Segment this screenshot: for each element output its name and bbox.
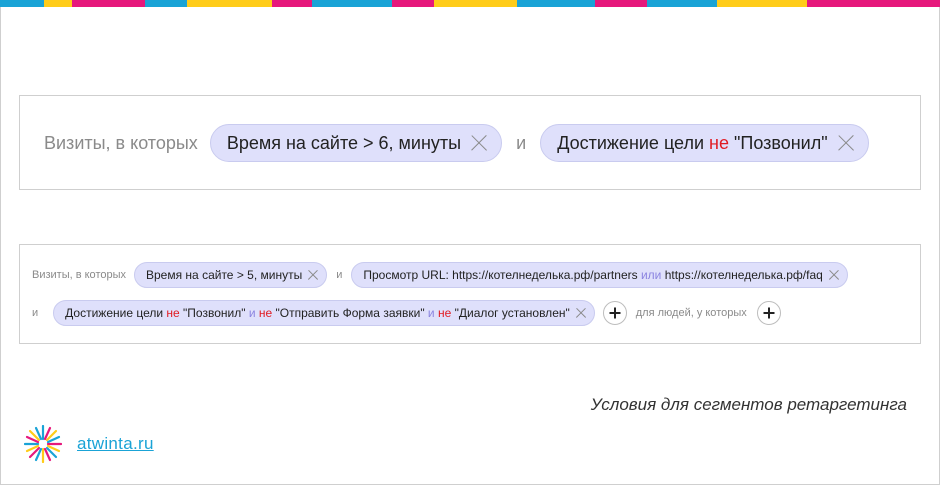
condition-chip-goal[interactable]: Достижение цели не "Позвонил" (540, 124, 869, 162)
add-people-condition-button[interactable] (756, 301, 781, 325)
condition-chip-time-on-site[interactable]: Время на сайте > 6, минуты (209, 124, 503, 162)
chip-text: "Диалог установлен" (451, 306, 570, 320)
starburst-logo-icon (24, 425, 62, 463)
chip-text: Время на сайте > 6, минуты (226, 132, 462, 153)
chip-text: "Отправить Форма заявки" (272, 306, 428, 320)
chip-text: Просмотр URL: https://котелнеделька.рф/p… (363, 268, 641, 282)
close-icon[interactable] (829, 270, 839, 280)
close-icon[interactable] (308, 270, 318, 280)
close-icon[interactable] (576, 308, 586, 318)
visits-label: Визиты, в которых (32, 269, 126, 281)
and-operator: и (32, 307, 39, 319)
site-link[interactable]: atwinta.ru (77, 434, 154, 454)
condition-chip-goals[interactable]: Достижение цели не "Позвонил" и не "Отпр… (53, 300, 595, 326)
and-inline-operator: и (248, 306, 256, 320)
and-operator: и (516, 132, 527, 153)
segment-panel-large: Визиты, в которых Время на сайте > 6, ми… (19, 95, 921, 190)
chip-text: "Позвонил" (728, 132, 828, 153)
and-operator: и (336, 269, 343, 281)
chip-text: "Позвонил" (179, 306, 249, 320)
or-operator: или (640, 268, 662, 282)
close-icon[interactable] (838, 135, 854, 151)
brand-logo: atwinta.ru (24, 425, 154, 463)
chip-text: https://котелнеделька.рф/faq (661, 268, 823, 282)
add-condition-button[interactable] (602, 301, 627, 325)
and-inline-operator: и (427, 306, 435, 320)
negation-text: не (255, 306, 273, 320)
condition-chip-time-on-site[interactable]: Время на сайте > 5, минуты (134, 262, 328, 288)
chip-text: Достижение цели (557, 132, 710, 153)
negation-text: не (709, 132, 729, 153)
chip-text: Время на сайте > 5, минуты (146, 268, 303, 282)
chip-text: Достижение цели (65, 306, 167, 320)
segment-panel-small: Визиты, в которых Время на сайте > 5, ми… (19, 244, 921, 344)
negation-text: не (434, 306, 452, 320)
visits-label: Визиты, в которых (44, 132, 198, 153)
negation-text: не (166, 306, 180, 320)
close-icon[interactable] (471, 135, 487, 151)
top-color-stripe (0, 0, 940, 7)
condition-chip-url[interactable]: Просмотр URL: https://котелнеделька.рф/p… (351, 262, 848, 288)
slide-caption: Условия для сегментов ретаргетинга (590, 395, 907, 414)
people-label: для людей, у которых (635, 307, 747, 319)
